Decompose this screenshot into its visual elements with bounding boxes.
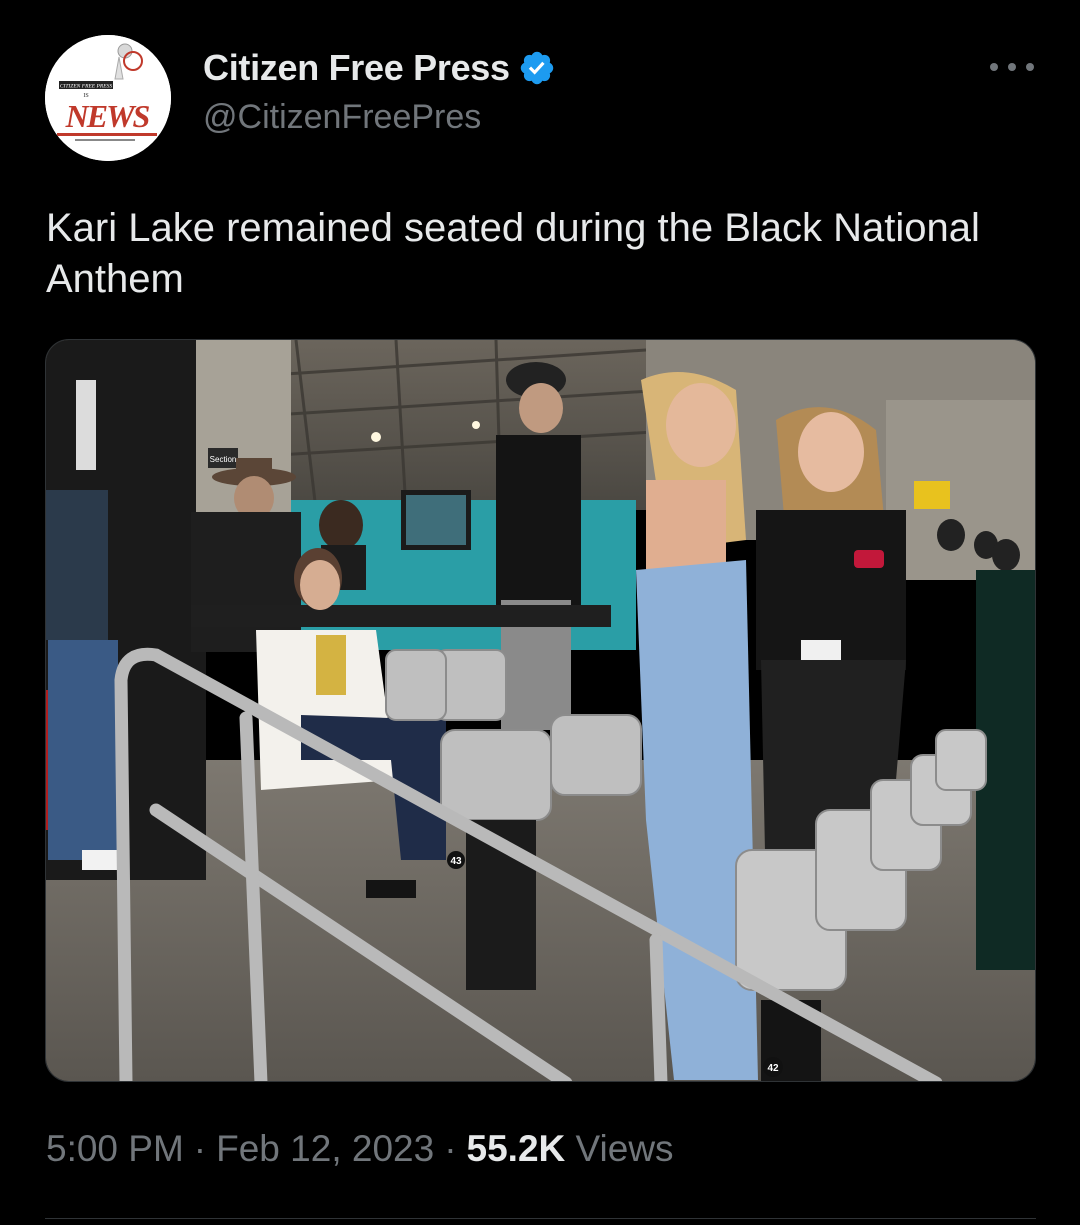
tweet-meta: 5:00 PM · Feb 12, 2023 · 55.2K Views [46, 1128, 674, 1170]
views-count[interactable]: 55.2K [467, 1128, 566, 1169]
divider [45, 1218, 1036, 1219]
author-name-row: Citizen Free Press [203, 44, 556, 92]
author-handle[interactable]: @CitizenFreePres [203, 98, 481, 137]
more-dot-icon [1026, 63, 1034, 71]
author-avatar[interactable]: CITIZEN FREE PRESS IS NEWS [45, 35, 171, 161]
more-dot-icon [1008, 63, 1016, 71]
views-label: Views [575, 1128, 674, 1169]
tweet-text: Kari Lake remained seated during the Bla… [46, 206, 980, 301]
tweet-date[interactable]: Feb 12, 2023 [216, 1128, 434, 1169]
section-sign: Section [210, 455, 237, 464]
seat-number-43: 43 [450, 856, 462, 867]
tweet-photo[interactable]: Section 43 42 [45, 339, 1036, 1082]
meta-separator: · [444, 1128, 457, 1169]
more-dot-icon [990, 63, 998, 71]
more-options-icon[interactable] [990, 55, 1034, 79]
author-display-name[interactable]: Citizen Free Press [203, 47, 510, 89]
avatar-logo-text: NEWS [65, 98, 150, 134]
tweet-time[interactable]: 5:00 PM [46, 1128, 184, 1169]
seat-number-42: 42 [767, 1063, 779, 1074]
verified-badge-icon [518, 49, 556, 87]
meta-separator: · [193, 1128, 207, 1169]
avatar-small-text-top: CITIZEN FREE PRESS [60, 84, 112, 90]
